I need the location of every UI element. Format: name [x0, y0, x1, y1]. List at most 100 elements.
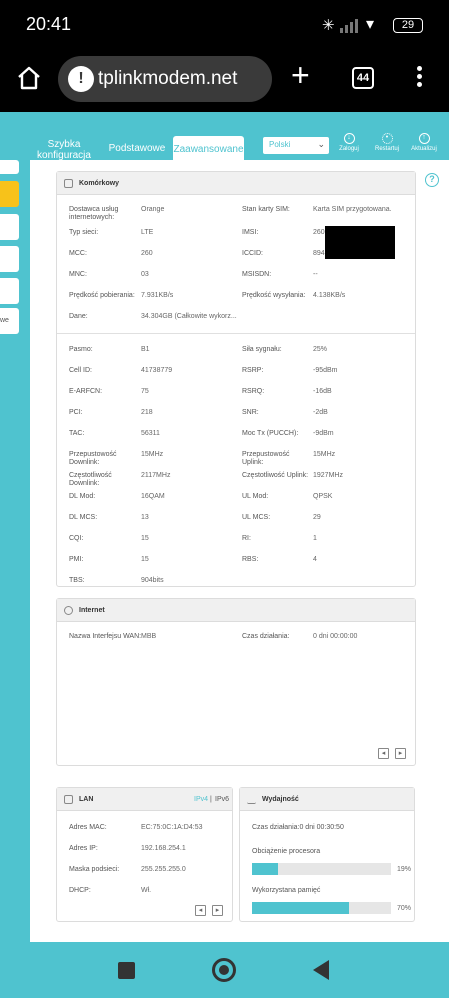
- language-select[interactable]: Polski ⌄: [263, 137, 329, 154]
- redacted-block: [325, 226, 395, 259]
- restart-icon: •: [381, 133, 393, 144]
- tab-switcher-button[interactable]: 44: [352, 67, 374, 89]
- pulse-icon: [247, 795, 256, 804]
- lan-field-value: EC:75:0C:1A:D4:53: [141, 824, 203, 831]
- field-value: 15: [141, 556, 149, 563]
- recents-button[interactable]: [118, 962, 135, 979]
- field-value: 25%: [313, 346, 328, 353]
- field-label: RI:: [242, 535, 251, 542]
- field-label: Stan karty SIM:: [242, 206, 290, 213]
- field-value: LTE: [141, 229, 154, 236]
- field-label: DL Mod:: [69, 493, 96, 500]
- sidebar-item[interactable]: [0, 214, 19, 240]
- lan-field-value: Wł.: [141, 887, 152, 894]
- field-label: Siła sygnału:: [242, 346, 282, 353]
- field-label: ICCID:: [242, 250, 263, 257]
- field-label: Prędkość wysyłania:: [242, 292, 306, 299]
- sidebar-item[interactable]: [0, 246, 19, 272]
- upload-icon: ↑: [418, 133, 430, 144]
- home-button[interactable]: [212, 958, 236, 982]
- overflow-menu-icon[interactable]: [417, 66, 423, 90]
- field-label: Dane:: [69, 313, 88, 320]
- field-label: MCC:: [69, 250, 87, 257]
- field-label: Przepustowość Downlink:: [69, 451, 117, 466]
- tab-quick-setup[interactable]: Szybka konfiguracja: [36, 139, 92, 161]
- cpu-label: Obciążenie procesora: [252, 848, 321, 855]
- login-button[interactable]: ↓ Zaloguj: [332, 133, 366, 152]
- address-bar[interactable]: ! tplinkmodem.net: [58, 56, 272, 102]
- previous-page-button[interactable]: ◂: [378, 748, 389, 759]
- new-tab-icon[interactable]: +: [291, 57, 310, 94]
- field-value: 260: [313, 229, 325, 236]
- wan-interface-label: Nazwa Interfejsu WAN:: [69, 633, 142, 640]
- home-icon[interactable]: [16, 65, 42, 91]
- status-bar: 20:41 ✳ ▾ 29: [0, 0, 449, 52]
- ipv4-tab[interactable]: IPv4: [194, 796, 208, 804]
- field-value: -16dB: [313, 388, 332, 395]
- field-label: UL MCS:: [242, 514, 271, 521]
- cpu-bar: [252, 863, 391, 875]
- field-label: PMI:: [69, 556, 84, 563]
- field-value: -9dBm: [313, 430, 334, 437]
- field-value: Karta SIM przygotowana.: [313, 206, 392, 213]
- field-value: 2117MHz: [141, 472, 171, 479]
- update-button[interactable]: ↑ Aktualizuj: [407, 133, 441, 152]
- field-value: 1927MHz: [313, 472, 343, 479]
- bluetooth-icon: ✳: [322, 17, 335, 34]
- ip-tab-separator: |: [210, 796, 212, 803]
- field-label: Prędkość pobierania:: [69, 292, 135, 299]
- field-value: 4.138KB/s: [313, 292, 346, 299]
- divider: [57, 333, 415, 334]
- field-value: -95dBm: [313, 367, 338, 374]
- perf-uptime: Czas działania:0 dni 00:30:50: [252, 824, 344, 831]
- uptime-value: 0 dni 00:00:00: [313, 633, 358, 640]
- field-label: Dostawca usług internetowych:: [69, 206, 119, 221]
- field-value: 03: [141, 271, 149, 278]
- sidebar-item[interactable]: [0, 160, 19, 174]
- field-label: DL MCS:: [69, 514, 98, 521]
- sidebar-item[interactable]: we: [0, 308, 19, 334]
- ipv6-tab[interactable]: IPv6: [215, 796, 229, 804]
- lan-field-label: Adres MAC:: [69, 824, 107, 831]
- lan-port-icon: [64, 795, 73, 804]
- field-label: IMSI:: [242, 229, 259, 236]
- system-nav-bar: [0, 942, 449, 998]
- memory-bar: [252, 902, 391, 914]
- field-label: MSISDN:: [242, 271, 272, 278]
- tab-advanced[interactable]: Zaawansowane: [173, 136, 244, 160]
- tab-label: Podstawowe: [108, 143, 166, 154]
- warning-icon[interactable]: !: [68, 66, 94, 92]
- field-value: 904bits: [141, 577, 164, 584]
- performance-header: Wydajność: [240, 788, 414, 811]
- globe-icon: [64, 606, 73, 615]
- url-text[interactable]: tplinkmodem.net: [98, 68, 237, 90]
- field-value: 1: [313, 535, 317, 542]
- battery-level: 29: [401, 19, 415, 31]
- lan-field-label: DHCP:: [69, 887, 91, 894]
- download-icon: ↓: [343, 133, 355, 144]
- update-label: Aktualizuj: [411, 146, 437, 152]
- field-value: 4: [313, 556, 317, 563]
- internet-panel: Internet: [56, 598, 416, 766]
- cellular-header: Komórkowy: [57, 172, 415, 195]
- sidebar-item-label: we: [0, 317, 9, 324]
- restart-button[interactable]: • Restartuj: [370, 133, 404, 152]
- tab-basic[interactable]: Podstawowe: [108, 143, 166, 157]
- help-icon[interactable]: ?: [425, 173, 439, 187]
- next-page-button[interactable]: ▸: [212, 905, 223, 916]
- field-label: CQI:: [69, 535, 84, 542]
- field-value: 34.304GB (Całkowite wykorz...: [141, 313, 237, 320]
- wan-interface-value: MBB: [141, 633, 157, 640]
- battery-icon: 29: [393, 18, 423, 33]
- uptime-label: Czas działania:: [242, 633, 290, 640]
- sidebar-item[interactable]: [0, 278, 19, 304]
- next-page-button[interactable]: ▸: [395, 748, 406, 759]
- sidebar-item-active[interactable]: [0, 181, 19, 207]
- memory-value: 70%: [397, 905, 412, 912]
- field-value: 13: [141, 514, 149, 521]
- previous-page-button[interactable]: ◂: [195, 905, 206, 916]
- back-button[interactable]: [313, 960, 329, 980]
- field-label: TBS:: [69, 577, 85, 584]
- signal-icon: [340, 17, 362, 33]
- field-value: 29: [313, 514, 321, 521]
